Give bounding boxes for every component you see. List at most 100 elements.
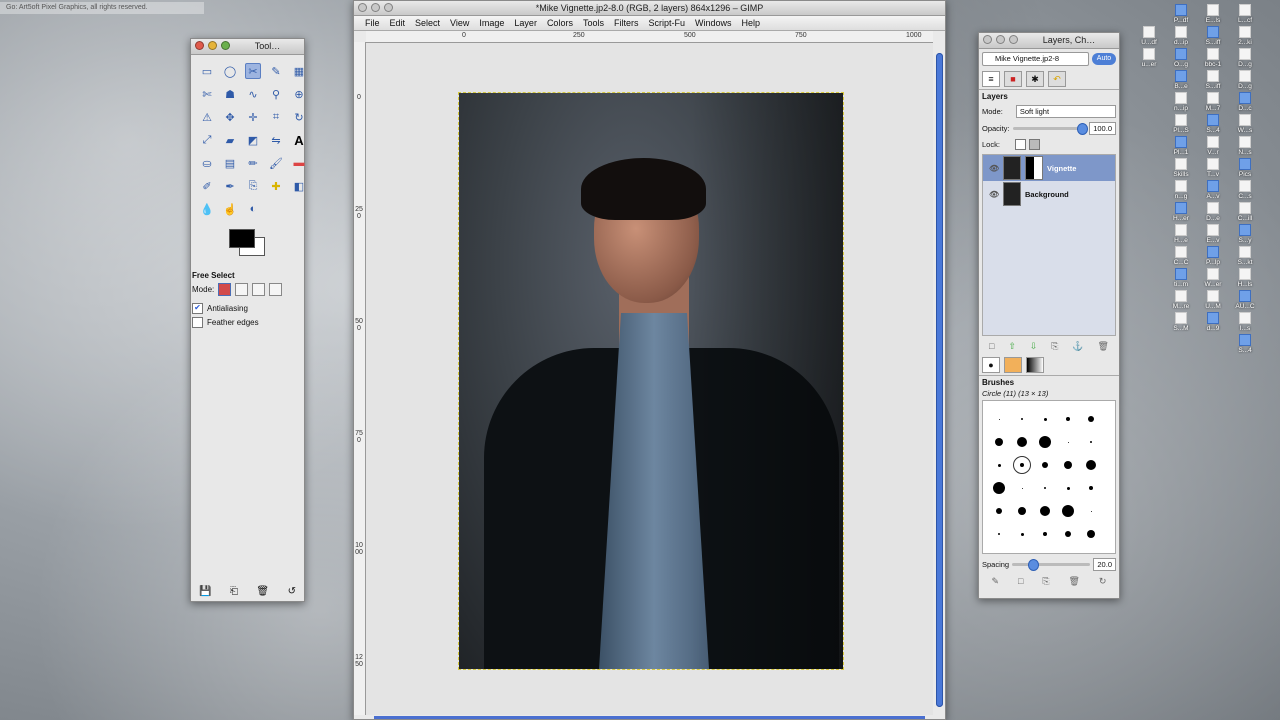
edit-brush-icon[interactable]: ✎ [991, 576, 999, 587]
brush-preset[interactable] [1040, 506, 1050, 516]
desktop-file-icon[interactable]: ti...m [1166, 268, 1196, 288]
brush-preset[interactable] [1018, 507, 1026, 515]
eye-icon[interactable]: 👁 [989, 190, 999, 199]
menu-select[interactable]: Select [410, 16, 445, 30]
close-icon[interactable] [983, 35, 992, 44]
desktop-file-icon[interactable]: E...v [1198, 224, 1228, 244]
desktop-file-icon[interactable]: M...7 [1198, 92, 1228, 112]
horizontal-scrollbar[interactable] [374, 716, 925, 719]
delete-options-icon[interactable]: 🗑 [256, 586, 269, 597]
spacing-value[interactable]: 20.0 [1093, 558, 1116, 571]
desktop-file-icon[interactable]: D...g [1230, 48, 1260, 68]
paintbrush-icon[interactable]: 🖌 [268, 155, 284, 171]
lock-pixels-checkbox[interactable] [1014, 139, 1026, 150]
shear-icon[interactable]: ▰ [222, 132, 238, 148]
desktop-file-icon[interactable]: S...iff [1198, 26, 1228, 46]
desktop-file-icon[interactable]: D...e [1198, 202, 1228, 222]
desktop-file-icon[interactable]: P...df [1166, 4, 1196, 24]
zoom-icon[interactable] [384, 3, 393, 12]
brush-preset[interactable] [1066, 417, 1070, 421]
desktop-file-icon[interactable]: V...r [1198, 136, 1228, 156]
lower-layer-icon[interactable]: ⇩ [1030, 341, 1038, 352]
desktop-file-icon[interactable]: u...er [1134, 48, 1164, 68]
brush-preset[interactable] [1062, 505, 1074, 517]
opacity-slider[interactable] [1012, 123, 1089, 135]
pencil-icon[interactable]: ✏ [245, 155, 261, 171]
desktop-file-icon[interactable]: P...lp [1198, 246, 1228, 266]
auto-button[interactable]: Auto [1092, 53, 1116, 65]
delete-brush-icon[interactable]: 🗑 [1069, 576, 1080, 587]
ellipse-select-icon[interactable]: ◯ [222, 63, 238, 79]
tab-undo[interactable]: ↶ [1048, 71, 1066, 87]
desktop-file-icon[interactable]: Pics [1230, 158, 1260, 178]
bucket-fill-icon[interactable]: ⛀ [199, 155, 215, 171]
mode-add-button[interactable] [235, 283, 249, 296]
brush-preset[interactable] [998, 418, 1000, 420]
blend-icon[interactable]: ▤ [222, 155, 238, 171]
align-icon[interactable]: ✛ [245, 109, 261, 125]
desktop-file-icon[interactable]: B...e [1166, 70, 1196, 90]
foreground-color-swatch[interactable] [229, 229, 255, 248]
brush-preset[interactable] [1086, 460, 1096, 470]
desktop-file-icon[interactable]: U...M [1198, 290, 1228, 310]
tab-layers[interactable]: ≡ [982, 71, 1000, 87]
brush-preset[interactable] [996, 508, 1002, 514]
desktop-file-icon[interactable]: n...ip [1166, 92, 1196, 112]
text-icon[interactable]: A [291, 132, 307, 148]
layer-mode-select[interactable]: Soft light [1015, 105, 1116, 118]
brush-preset[interactable] [993, 482, 1005, 494]
tab-paths[interactable]: ✱ [1026, 71, 1044, 87]
brush-preset[interactable] [1089, 486, 1093, 490]
desktop-file-icon[interactable]: D...c [1230, 92, 1260, 112]
heal-icon[interactable]: ✚ [268, 178, 284, 194]
tab-patterns[interactable] [1004, 357, 1022, 373]
brush-preset[interactable] [1064, 461, 1072, 469]
brush-preset[interactable] [997, 463, 1001, 467]
brush-preset[interactable] [1043, 417, 1047, 421]
desktop-file-icon[interactable]: C...C [1166, 246, 1196, 266]
desktop-file-icon[interactable]: S...y [1230, 224, 1260, 244]
menu-image[interactable]: Image [474, 16, 509, 30]
crop-icon[interactable]: ⌗ [268, 109, 284, 125]
feather-checkbox[interactable] [192, 317, 203, 328]
duplicate-layer-icon[interactable]: ⎘ [1051, 341, 1058, 352]
menu-scriptfu[interactable]: Script-Fu [643, 16, 690, 30]
desktop-file-icon[interactable]: M...re [1166, 290, 1196, 310]
desktop-file-icon[interactable]: S...4 [1198, 114, 1228, 134]
desktop-file-icon[interactable]: W...er [1198, 268, 1228, 288]
desktop-file-icon[interactable]: T...v [1198, 158, 1228, 178]
desktop-file-icon[interactable]: Pl...S [1166, 114, 1196, 134]
menu-windows[interactable]: Windows [690, 16, 737, 30]
image-titlebar[interactable]: *Mike Vignette.jp2-8.0 (RGB, 2 layers) 8… [354, 1, 945, 16]
brush-preset[interactable] [1067, 441, 1069, 443]
opacity-slider-knob[interactable] [1077, 123, 1089, 135]
new-brush-icon[interactable]: □ [1018, 576, 1023, 587]
flip-icon[interactable]: ⇋ [268, 132, 284, 148]
mode-subtract-button[interactable] [252, 283, 266, 296]
desktop-file-icon[interactable]: Skills [1166, 158, 1196, 178]
scissors-icon[interactable]: ✄ [199, 86, 215, 102]
horizontal-ruler[interactable]: 0 250 500 750 1000 [366, 31, 933, 43]
perspective-icon[interactable]: ◩ [245, 132, 261, 148]
desktop-file-icon[interactable]: H...e [1166, 224, 1196, 244]
lock-alpha-checkbox[interactable] [1028, 139, 1040, 150]
vertical-scrollbar[interactable] [936, 53, 943, 707]
new-layer-icon[interactable]: □ [989, 341, 994, 352]
tab-channels[interactable]: ■ [1004, 71, 1022, 87]
menu-filters[interactable]: Filters [609, 16, 644, 30]
zoom-tool-icon[interactable]: ⊕ [291, 86, 307, 102]
desktop-file-icon[interactable]: d...ip [1166, 26, 1196, 46]
desktop-file-icon[interactable]: W...s [1230, 114, 1260, 134]
menu-colors[interactable]: Colors [542, 16, 578, 30]
eye-icon[interactable]: 👁 [989, 164, 999, 173]
mode-replace-button[interactable] [218, 283, 232, 296]
brush-preset[interactable] [995, 438, 1003, 446]
spacing-slider[interactable] [1012, 559, 1091, 571]
desktop-file-icon[interactable]: D...g [1230, 70, 1260, 90]
brush-preset[interactable] [1066, 486, 1070, 490]
brush-preset[interactable] [1090, 510, 1092, 512]
smudge-icon[interactable]: ☝ [222, 201, 238, 217]
menu-help[interactable]: Help [737, 16, 766, 30]
reset-options-icon[interactable]: ↺ [288, 586, 296, 597]
desktop-file-icon[interactable]: C...ill [1230, 202, 1260, 222]
